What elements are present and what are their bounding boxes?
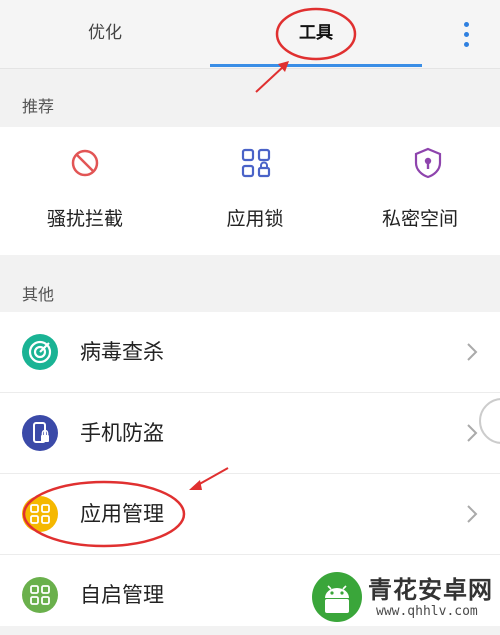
phone-antitheft-icon bbox=[22, 415, 58, 451]
quick-item-private-space[interactable]: 私密空间 bbox=[340, 127, 500, 255]
app-lock-icon bbox=[241, 148, 271, 178]
tab-tools[interactable]: 工具 bbox=[210, 0, 422, 68]
quick-item-harassment-block[interactable]: 骚扰拦截 bbox=[0, 127, 170, 255]
list-item-label: 自启管理 bbox=[80, 583, 164, 607]
active-tab-indicator bbox=[210, 64, 422, 67]
block-icon bbox=[71, 149, 99, 177]
section-header-recommend: 推荐 bbox=[22, 97, 55, 116]
watermark-url: www.qhhlv.com bbox=[376, 604, 478, 619]
more-options-icon[interactable] bbox=[452, 14, 482, 54]
app-manager-icon bbox=[22, 496, 58, 532]
list-item-label: 病毒查杀 bbox=[80, 340, 164, 364]
quick-item-label: 应用锁 bbox=[226, 208, 284, 230]
top-tab-bar: 优化 工具 bbox=[0, 0, 500, 69]
watermark-brand: 青花安卓网 bbox=[368, 576, 493, 604]
recommend-panel: 骚扰拦截 应用锁 私密空间 bbox=[0, 127, 500, 255]
list-item-virus-scan[interactable]: 病毒查杀 bbox=[0, 312, 500, 393]
section-header-other: 其他 bbox=[22, 285, 55, 304]
quick-item-app-lock[interactable]: 应用锁 bbox=[170, 127, 340, 255]
tab-optimize[interactable]: 优化 bbox=[0, 0, 210, 68]
virus-scan-icon bbox=[22, 334, 58, 370]
list-item-label: 手机防盗 bbox=[80, 421, 164, 445]
list-item-app-manager[interactable]: 应用管理 bbox=[0, 474, 500, 555]
chevron-right-icon bbox=[467, 505, 478, 523]
autostart-icon bbox=[22, 577, 58, 613]
annotation-arrow-tools-tab bbox=[255, 65, 285, 93]
site-watermark: 青花安卓网 www.qhhlv.com bbox=[306, 568, 500, 626]
quick-item-label: 骚扰拦截 bbox=[46, 208, 123, 230]
list-item-label: 应用管理 bbox=[80, 502, 164, 526]
quick-item-label: 私密空间 bbox=[381, 208, 458, 230]
chevron-right-icon bbox=[467, 343, 478, 361]
chevron-right-icon bbox=[467, 424, 478, 442]
private-shield-icon bbox=[414, 147, 442, 179]
list-item-phone-antitheft[interactable]: 手机防盗 bbox=[0, 393, 500, 474]
android-robot-logo-icon bbox=[312, 572, 362, 622]
